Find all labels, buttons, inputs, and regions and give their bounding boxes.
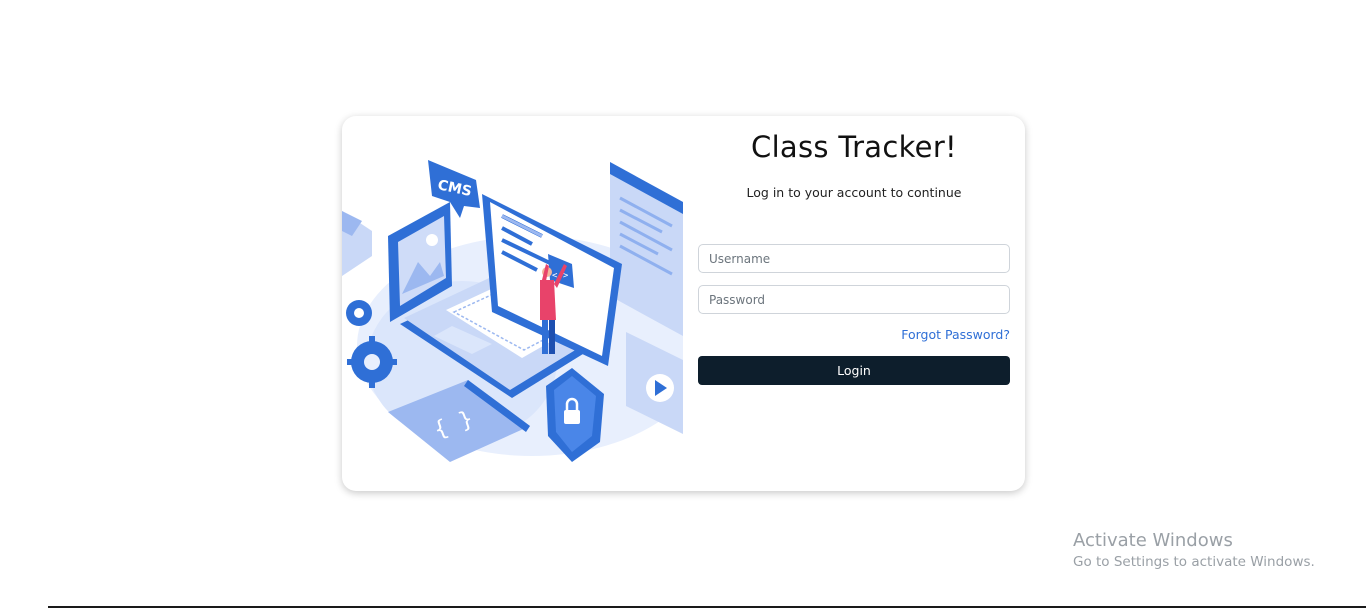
login-card: CMS {} Class Tracker! Log in to your ac… <box>342 116 1025 491</box>
forgot-password-link[interactable]: Forgot Password? <box>901 327 1010 342</box>
activate-windows-watermark: Activate Windows Go to Settings to activ… <box>1073 530 1315 570</box>
login-form: Class Tracker! Log in to your account to… <box>698 116 1010 491</box>
username-input[interactable] <box>698 244 1010 273</box>
login-button[interactable]: Login <box>698 356 1010 385</box>
password-input[interactable] <box>698 285 1010 314</box>
cms-illustration: CMS {} <box>342 136 683 476</box>
login-page: CMS {} Class Tracker! Log in to your ac… <box>0 0 1366 608</box>
page-title: Class Tracker! <box>751 130 957 164</box>
watermark-subtitle: Go to Settings to activate Windows. <box>1073 554 1315 570</box>
page-subtitle: Log in to your account to continue <box>746 185 962 200</box>
cms-bubble-icon: CMS <box>428 160 480 218</box>
watermark-title: Activate Windows <box>1073 530 1233 551</box>
